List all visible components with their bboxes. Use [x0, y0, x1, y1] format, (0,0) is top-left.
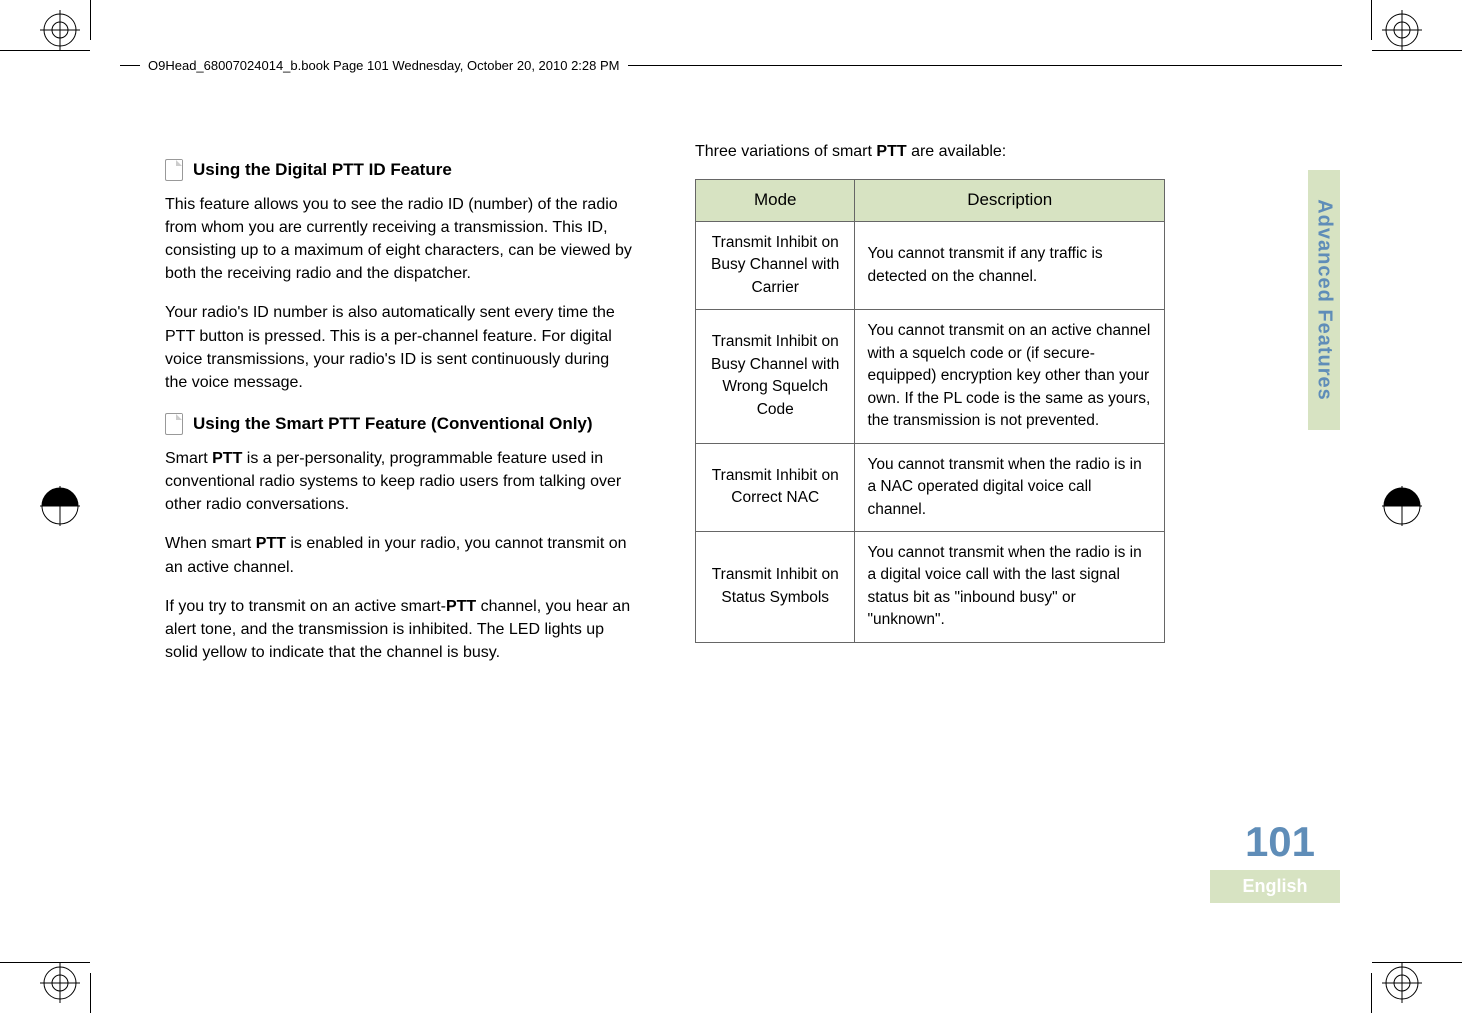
text: are available: — [907, 143, 1007, 160]
paragraph: Three variations of smart PTT are availa… — [695, 140, 1165, 163]
section-heading: Using the Digital PTT ID Feature — [165, 158, 635, 183]
table-row: Transmit Inhibit on Correct NAC You cann… — [696, 443, 1165, 531]
text: Three variations of smart — [695, 143, 876, 160]
crop-mark — [0, 50, 90, 51]
table-row: Transmit Inhibit on Status Symbols You c… — [696, 531, 1165, 642]
crop-mark — [1371, 973, 1372, 1013]
paragraph: Smart PTT is a per-personality, programm… — [165, 447, 635, 517]
text: Smart — [165, 450, 212, 467]
section-heading: Using the Smart PTT Feature (Conventiona… — [165, 412, 635, 437]
text: When smart — [165, 535, 256, 552]
mode-cell: Transmit Inhibit on Busy Channel with Ca… — [696, 221, 855, 309]
registration-mark-icon — [40, 10, 80, 50]
section-title: Using the Digital PTT ID Feature — [193, 158, 452, 183]
page-body: Using the Digital PTT ID Feature This fe… — [165, 140, 1165, 680]
crop-mark — [1372, 50, 1462, 51]
crop-mark — [1371, 0, 1372, 40]
bold-text: PTT — [256, 535, 286, 552]
crop-mark — [0, 962, 90, 963]
registration-mark-icon — [1382, 486, 1422, 526]
page-number-block: 101 English — [1220, 818, 1340, 903]
table-row: Transmit Inhibit on Busy Channel with Wr… — [696, 310, 1165, 443]
registration-mark-icon — [1382, 963, 1422, 1003]
table-header-mode: Mode — [696, 180, 855, 222]
bold-text: PTT — [446, 598, 476, 615]
description-cell: You cannot transmit when the radio is in… — [855, 531, 1165, 642]
mode-cell: Transmit Inhibit on Status Symbols — [696, 531, 855, 642]
right-column: Three variations of smart PTT are availa… — [695, 140, 1165, 680]
crop-mark — [90, 973, 91, 1013]
document-icon — [165, 413, 183, 435]
mode-cell: Transmit Inhibit on Correct NAC — [696, 443, 855, 531]
description-cell: You cannot transmit if any traffic is de… — [855, 221, 1165, 309]
side-tab: Advanced Features — [1308, 170, 1340, 430]
header-text: O9Head_68007024014_b.book Page 101 Wedne… — [148, 58, 620, 73]
page-header: O9Head_68007024014_b.book Page 101 Wedne… — [120, 58, 1342, 73]
mode-cell: Transmit Inhibit on Busy Channel with Wr… — [696, 310, 855, 443]
paragraph: Your radio's ID number is also automatic… — [165, 301, 635, 394]
bold-text: PTT — [212, 450, 242, 467]
modes-table: Mode Description Transmit Inhibit on Bus… — [695, 179, 1165, 643]
page-number: 101 — [1220, 818, 1340, 866]
description-cell: You cannot transmit when the radio is in… — [855, 443, 1165, 531]
registration-mark-icon — [40, 486, 80, 526]
language-label: English — [1210, 870, 1340, 903]
crop-mark — [1372, 962, 1462, 963]
text: If you try to transmit on an active smar… — [165, 598, 446, 615]
left-column: Using the Digital PTT ID Feature This fe… — [165, 140, 635, 680]
table-row: Transmit Inhibit on Busy Channel with Ca… — [696, 221, 1165, 309]
paragraph: This feature allows you to see the radio… — [165, 193, 635, 286]
table-header-description: Description — [855, 180, 1165, 222]
registration-mark-icon — [40, 963, 80, 1003]
crop-mark — [90, 0, 91, 40]
paragraph: If you try to transmit on an active smar… — [165, 595, 635, 665]
description-cell: You cannot transmit on an active channel… — [855, 310, 1165, 443]
registration-mark-icon — [1382, 10, 1422, 50]
bold-text: PTT — [876, 143, 906, 160]
paragraph: When smart PTT is enabled in your radio,… — [165, 532, 635, 578]
document-icon — [165, 159, 183, 181]
section-title: Using the Smart PTT Feature (Conventiona… — [193, 412, 593, 437]
side-tab-label: Advanced Features — [1313, 199, 1336, 401]
